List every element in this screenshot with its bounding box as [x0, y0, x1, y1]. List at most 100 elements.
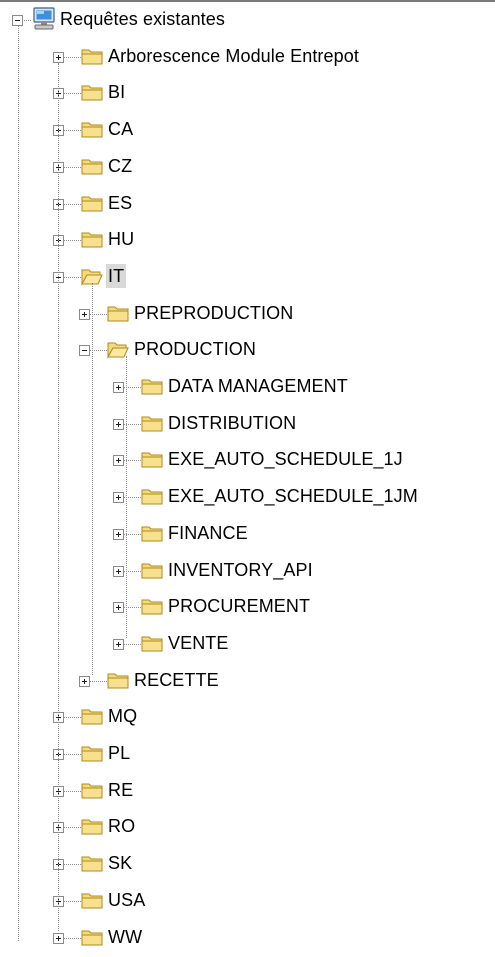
folder-icon	[81, 157, 103, 176]
tree-connector-line	[64, 130, 81, 132]
tree-node-mq[interactable]: MQ	[0, 700, 495, 736]
folder-icon	[81, 817, 103, 836]
tree-connector-line	[24, 20, 31, 21]
tree-node-vente[interactable]: VENTE	[0, 627, 495, 663]
expand-toggle-icon[interactable]	[79, 675, 90, 687]
expand-toggle-icon[interactable]	[113, 565, 124, 577]
tree-node-arborescence-module-entrepot[interactable]: Arborescence Module Entrepot	[0, 40, 495, 76]
tree-node-ww[interactable]: WW	[0, 921, 495, 957]
tree-node-label[interactable]: ES	[106, 191, 134, 215]
tree-node-production[interactable]: PRODUCTION	[0, 333, 495, 369]
tree-node-data-management[interactable]: DATA MANAGEMENT	[0, 370, 495, 406]
expand-toggle-icon[interactable]	[113, 492, 124, 504]
folder-icon	[141, 487, 163, 506]
tree-connector-line	[64, 900, 81, 902]
folder-icon	[81, 230, 103, 249]
tree-node-it[interactable]: IT	[0, 260, 495, 296]
expand-toggle-icon[interactable]	[113, 528, 124, 540]
tree-node-label[interactable]: BI	[106, 80, 127, 104]
tree-connector-line	[64, 203, 81, 205]
folder-icon	[141, 597, 163, 616]
folder-icon	[81, 781, 103, 800]
tree-node-label[interactable]: EXE_AUTO_SCHEDULE_1J	[166, 447, 405, 471]
tree-node-exe-auto-schedule-1j[interactable]: EXE_AUTO_SCHEDULE_1J	[0, 443, 495, 479]
tree-node-label[interactable]: FINANCE	[166, 521, 250, 545]
folder-icon	[81, 744, 103, 763]
tree-connector-line	[64, 937, 81, 939]
tree-node-hu[interactable]: HU	[0, 223, 495, 259]
tree-root-node[interactable]: Requêtes existantes	[0, 3, 495, 39]
folder-icon	[81, 83, 103, 102]
tree-node-label[interactable]: PROCUREMENT	[166, 594, 312, 618]
tree-node-label[interactable]: RE	[106, 778, 135, 802]
tree-node-label[interactable]: USA	[106, 888, 147, 912]
tree-node-label[interactable]: MQ	[106, 704, 139, 728]
tree-node-label[interactable]: HU	[106, 227, 136, 251]
tree-node-label[interactable]: Arborescence Module Entrepot	[106, 44, 361, 68]
tree-connector-line	[64, 827, 81, 829]
expand-toggle-icon[interactable]	[113, 382, 124, 393]
collapse-toggle-icon[interactable]	[79, 345, 90, 357]
collapse-toggle-icon[interactable]	[12, 15, 23, 26]
tree-node-label[interactable]: SK	[106, 851, 134, 875]
tree-node-label[interactable]: RO	[106, 814, 137, 838]
tree-node-label[interactable]: PRODUCTION	[132, 337, 258, 361]
tree-node-bi[interactable]: BI	[0, 76, 495, 112]
tree-node-label[interactable]: CA	[106, 117, 135, 141]
tree-connector-line	[64, 717, 81, 719]
tree-connector-line	[64, 93, 81, 95]
tree-connector-line	[90, 680, 107, 682]
expand-toggle-icon[interactable]	[113, 602, 124, 614]
tree-connector-line	[64, 240, 81, 242]
tree-node-label[interactable]: CZ	[106, 154, 134, 178]
folder-icon	[81, 707, 103, 726]
tree-node-pl[interactable]: PL	[0, 737, 495, 773]
tree-node-sk[interactable]: SK	[0, 847, 495, 883]
tree-node-finance[interactable]: FINANCE	[0, 517, 495, 553]
tree-node-re[interactable]: RE	[0, 774, 495, 810]
tree-node-distribution[interactable]: DISTRIBUTION	[0, 407, 495, 443]
tree-root-label[interactable]: Requêtes existantes	[58, 7, 227, 31]
tree-node-label[interactable]: WW	[106, 925, 144, 949]
expand-toggle-icon[interactable]	[79, 308, 90, 320]
tree-node-ro[interactable]: RO	[0, 810, 495, 846]
folder-icon	[81, 928, 103, 947]
tree-node-es[interactable]: ES	[0, 187, 495, 223]
tree-node-ca[interactable]: CA	[0, 113, 495, 149]
tree-connector-line	[124, 643, 141, 645]
tree-node-label[interactable]: PL	[106, 741, 132, 765]
tree-node-exe-auto-schedule-1jm[interactable]: EXE_AUTO_SCHEDULE_1JM	[0, 480, 495, 516]
tree-connector-line	[64, 166, 81, 168]
tree-node-procurement[interactable]: PROCUREMENT	[0, 590, 495, 626]
expand-toggle-icon[interactable]	[113, 455, 124, 467]
tree-connector-line	[64, 864, 81, 866]
folder-icon	[81, 854, 103, 873]
expand-toggle-icon[interactable]	[53, 51, 64, 63]
tree-node-label[interactable]: VENTE	[166, 631, 231, 655]
tree-node-cz[interactable]: CZ	[0, 150, 495, 186]
expand-toggle-icon[interactable]	[113, 418, 124, 430]
folder-icon	[141, 414, 163, 433]
tree-node-label[interactable]: DATA MANAGEMENT	[166, 374, 350, 398]
tree-node-label[interactable]: EXE_AUTO_SCHEDULE_1JM	[166, 484, 420, 508]
tree-connector-line	[64, 790, 81, 792]
tree-node-recette[interactable]: RECETTE	[0, 664, 495, 700]
expand-toggle-icon[interactable]	[113, 638, 124, 650]
tree-node-label[interactable]: RECETTE	[132, 668, 221, 692]
tree-node-label[interactable]: PREPRODUCTION	[132, 301, 295, 325]
folder-icon	[81, 47, 103, 66]
tree-connector-line	[18, 26, 19, 941]
tree-connector-line	[64, 754, 81, 755]
tree-connector-line	[64, 276, 81, 278]
tree-node-usa[interactable]: USA	[0, 884, 495, 920]
expand-toggle-icon[interactable]	[53, 932, 64, 944]
folder-icon	[141, 377, 163, 396]
folder-icon	[107, 671, 129, 690]
folder-icon	[141, 634, 163, 653]
tree-node-label[interactable]: INVENTORY_API	[166, 558, 315, 582]
tree-node-inventory-api[interactable]: INVENTORY_API	[0, 554, 495, 590]
computer-icon	[31, 6, 57, 37]
tree-node-label[interactable]: IT	[106, 263, 127, 288]
tree-node-label[interactable]: DISTRIBUTION	[166, 411, 298, 435]
tree-node-preproduction[interactable]: PREPRODUCTION	[0, 297, 495, 333]
